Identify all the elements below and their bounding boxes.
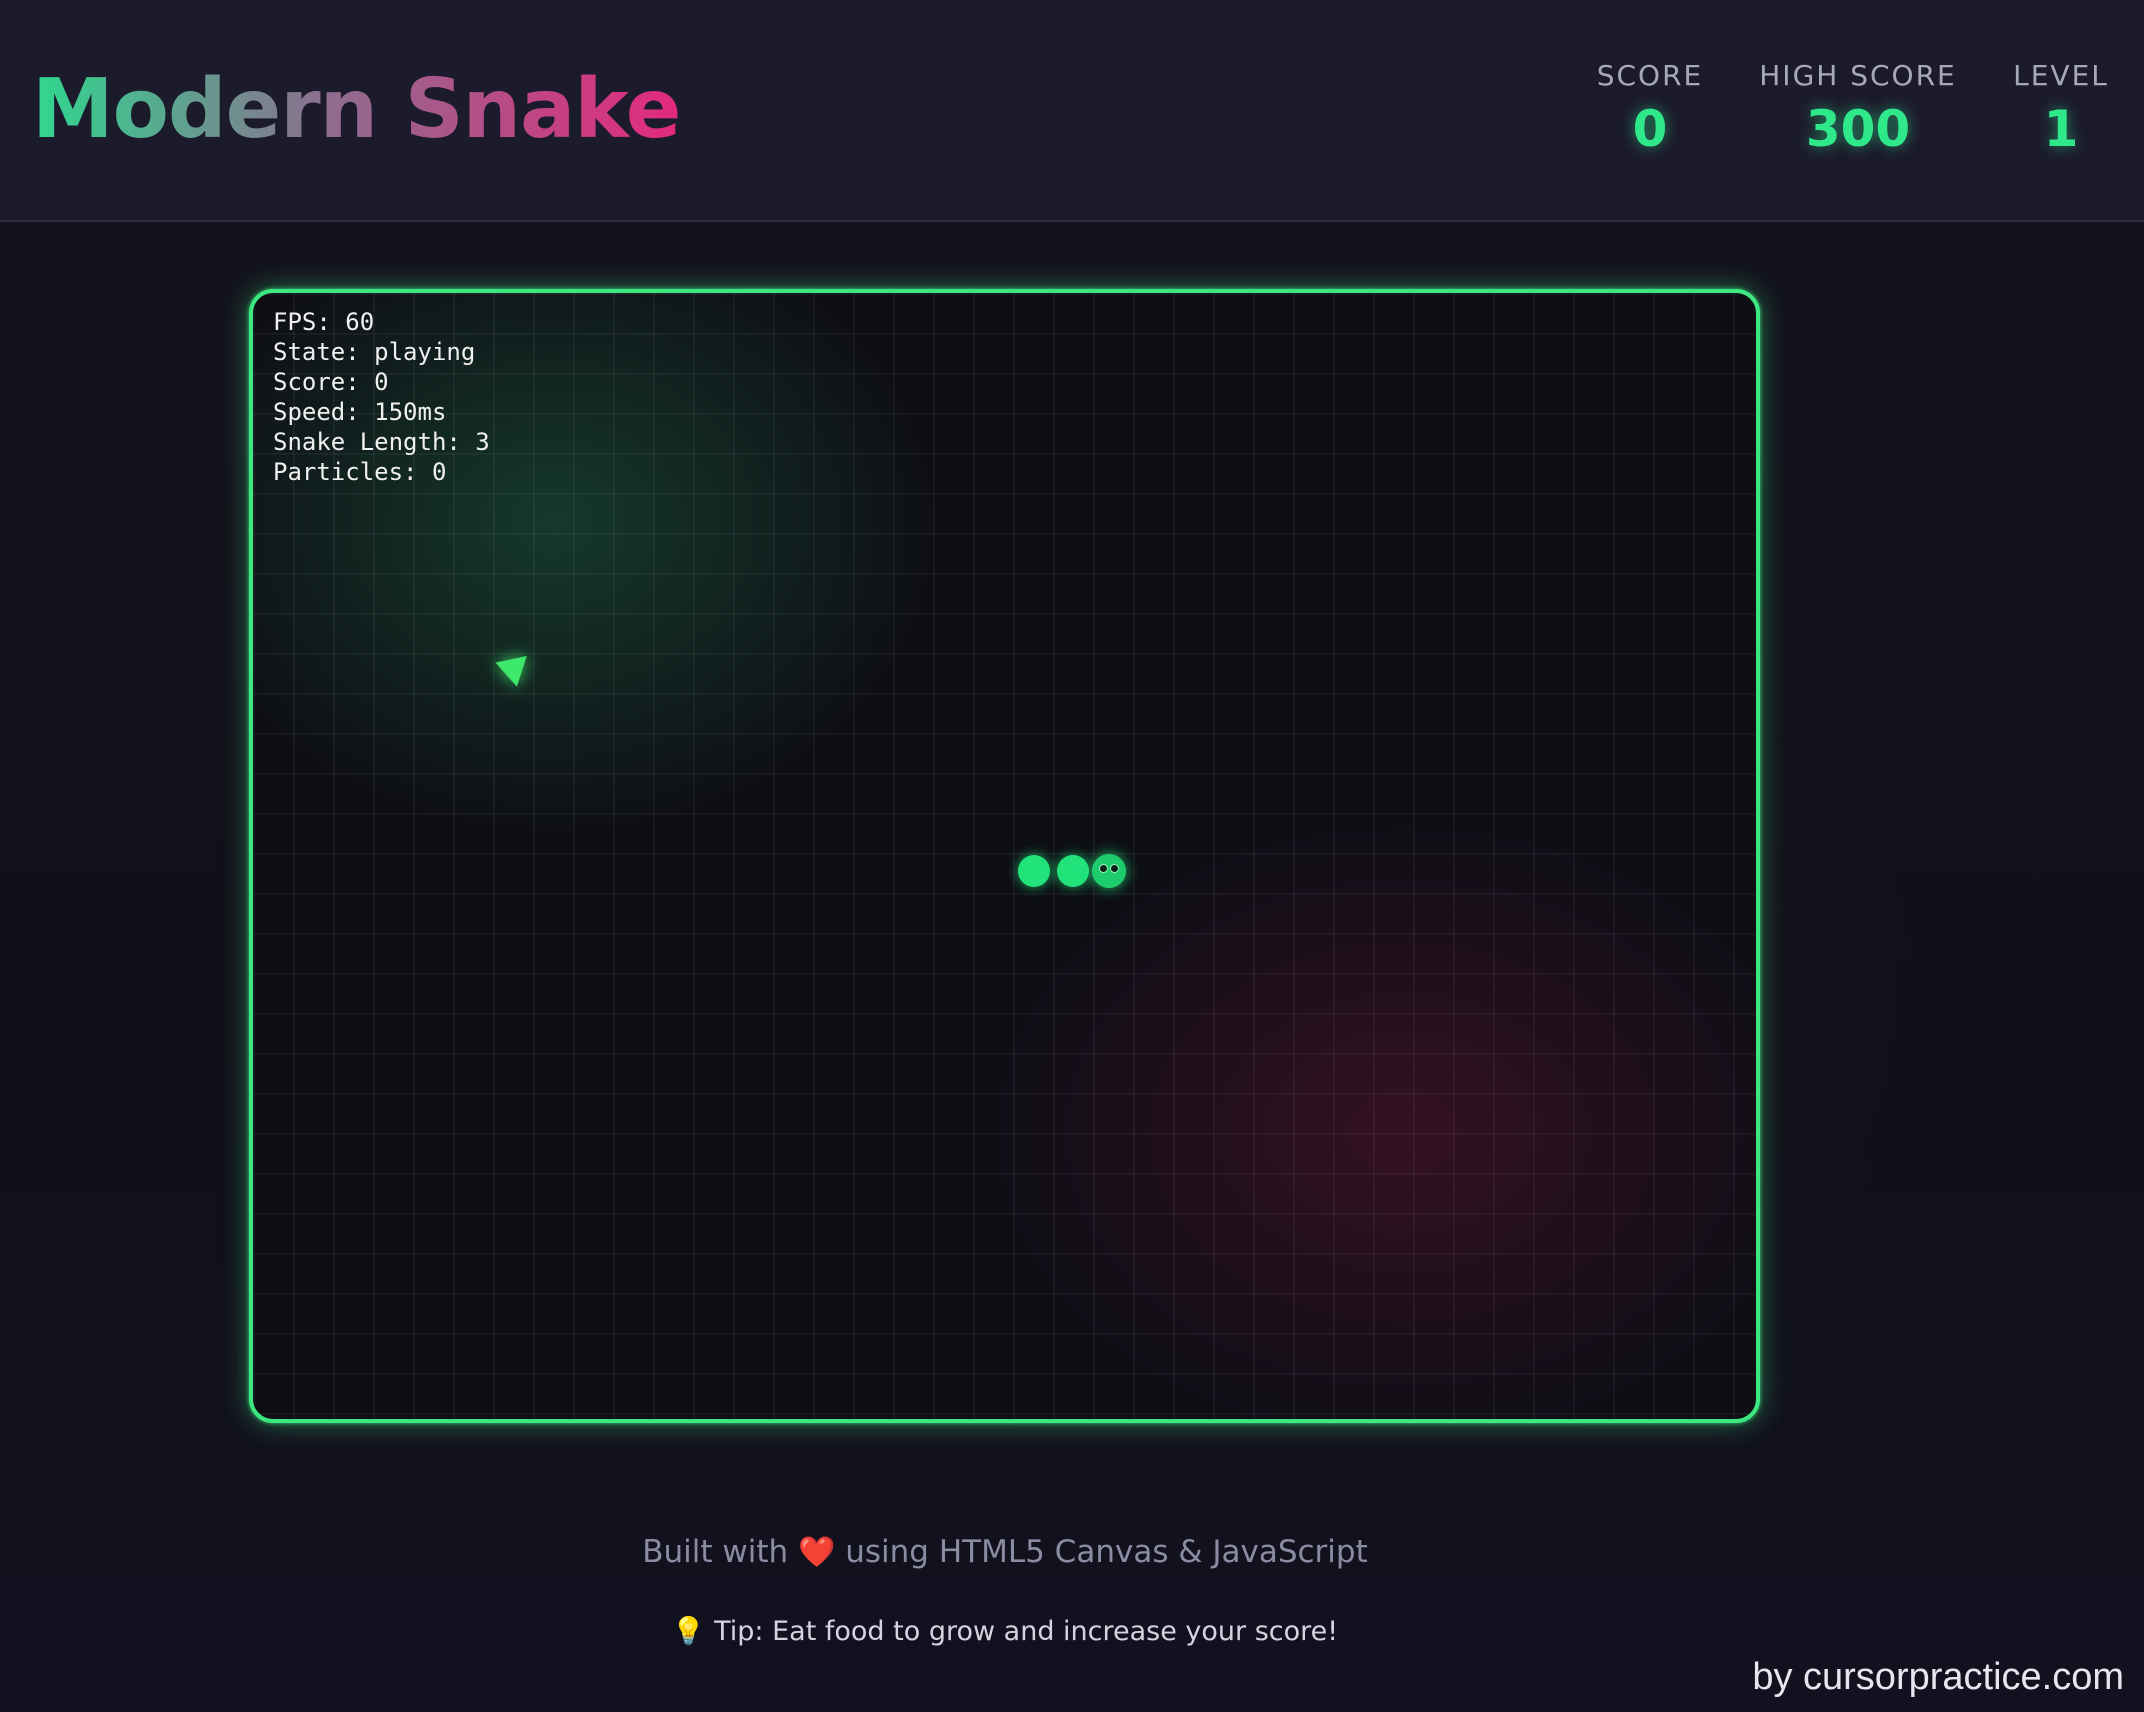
credit-text-after: using HTML5 Canvas & JavaScript (845, 1534, 1368, 1570)
snake-body-segment (1018, 855, 1050, 887)
credit-text-before: Built with (642, 1534, 789, 1570)
high-score-stat: HIGH SCORE 300 (1758, 56, 1958, 162)
level-stat: LEVEL 1 (2006, 56, 2116, 162)
page-title: Modern Snake (32, 60, 681, 160)
debug-fps: FPS: 60 (273, 308, 375, 336)
footer-tip: 💡 Tip: Eat food to grow and increase you… (0, 1612, 2010, 1652)
debug-overlay: FPS: 60 State: playing Score: 0 Speed: 1… (273, 307, 490, 487)
tip-text: Tip: Eat food to grow and increase your … (714, 1616, 1339, 1647)
header: Modern Snake SCORE 0 HIGH SCORE 300 LEVE… (0, 0, 2144, 222)
snake-body-segment (1057, 855, 1089, 887)
score-value: 0 (1632, 100, 1668, 158)
level-label: LEVEL (2013, 59, 2109, 92)
footer-credit: Built with ❤️ using HTML5 Canvas & JavaS… (0, 1530, 2010, 1575)
snake-head (1092, 854, 1126, 888)
page: Modern Snake SCORE 0 HIGH SCORE 300 LEVE… (0, 0, 2144, 1712)
level-value: 1 (2043, 100, 2079, 158)
score-label: SCORE (1596, 59, 1704, 92)
high-score-value: 300 (1805, 100, 1911, 158)
watermark: by cursorpractice.com (1752, 1656, 2124, 1698)
debug-speed: Speed: 150ms (273, 398, 447, 426)
high-score-label: HIGH SCORE (1759, 59, 1957, 92)
debug-state: State: playing (273, 338, 476, 366)
food-icon (495, 655, 533, 691)
score-stat: SCORE 0 (1590, 56, 1710, 162)
debug-particles: Particles: 0 (273, 458, 447, 486)
lightbulb-icon: 💡 (671, 1616, 706, 1647)
debug-score: Score: 0 (273, 368, 389, 396)
heart-icon: ❤️ (798, 1535, 836, 1570)
game-canvas[interactable]: FPS: 60 State: playing Score: 0 Speed: 1… (249, 289, 1760, 1423)
snake-eye-icon (1099, 864, 1108, 873)
snake-eye-icon (1110, 864, 1119, 873)
debug-snake-length: Snake Length: 3 (273, 428, 490, 456)
